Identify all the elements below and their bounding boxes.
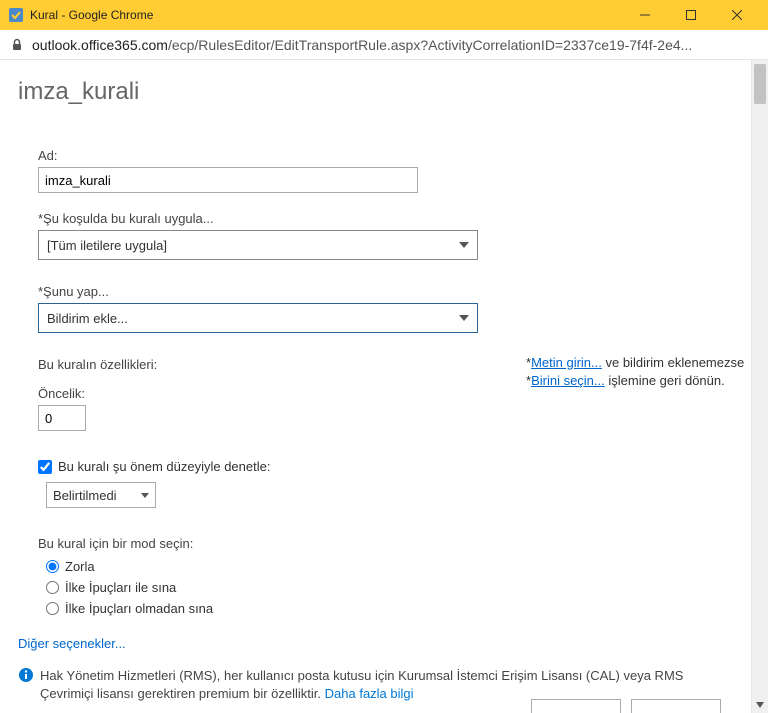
vertical-scrollbar[interactable] bbox=[751, 60, 768, 713]
minimize-button[interactable] bbox=[622, 0, 668, 30]
priority-input[interactable] bbox=[38, 405, 86, 431]
window-controls bbox=[622, 0, 760, 30]
audit-level-dropdown[interactable]: Belirtilmedi bbox=[46, 482, 156, 508]
more-options-link[interactable]: Diğer seçenekler... bbox=[18, 636, 733, 651]
window-title: Kural - Google Chrome bbox=[30, 8, 622, 22]
mode-option-label: İlke İpuçları olmadan sına bbox=[65, 601, 213, 616]
chevron-down-icon bbox=[141, 493, 149, 498]
audit-level-value: Belirtilmedi bbox=[53, 488, 117, 503]
scrollbar-thumb[interactable] bbox=[754, 64, 766, 104]
url-path: /ecp/RulesEditor/EditTransportRule.aspx?… bbox=[168, 37, 692, 53]
url-text: outlook.office365.com/ecp/RulesEditor/Ed… bbox=[32, 37, 758, 53]
info-icon bbox=[18, 667, 34, 683]
mode-radio-test-tips[interactable] bbox=[46, 581, 59, 594]
mode-option-label: İlke İpuçları ile sına bbox=[65, 580, 176, 595]
condition-dropdown[interactable]: [Tüm iletilere uygula] bbox=[38, 230, 478, 260]
favicon bbox=[8, 7, 24, 23]
dialog-button-2[interactable] bbox=[631, 699, 721, 713]
chrome-titlebar: Kural - Google Chrome bbox=[0, 0, 768, 30]
rule-name-input[interactable] bbox=[38, 167, 418, 193]
audit-checkbox[interactable] bbox=[38, 460, 52, 474]
close-button[interactable] bbox=[714, 0, 760, 30]
mode-radio-enforce[interactable] bbox=[46, 560, 59, 573]
mode-option-label: Zorla bbox=[65, 559, 95, 574]
select-one-link[interactable]: Birini seçin... bbox=[531, 373, 605, 388]
action-label: *Şunu yap... bbox=[38, 284, 733, 299]
condition-label: *Şu koşulda bu kuralı uygula... bbox=[38, 211, 733, 226]
chevron-down-icon bbox=[459, 315, 469, 321]
maximize-button[interactable] bbox=[668, 0, 714, 30]
dialog-buttons bbox=[531, 699, 721, 713]
lock-icon bbox=[10, 38, 24, 52]
scroll-down-arrow[interactable] bbox=[752, 697, 768, 713]
chevron-down-icon bbox=[459, 242, 469, 248]
address-bar[interactable]: outlook.office365.com/ecp/RulesEditor/Ed… bbox=[0, 30, 768, 60]
condition-value: [Tüm iletilere uygula] bbox=[47, 238, 167, 253]
action-dropdown[interactable]: Bildirim ekle... bbox=[38, 303, 478, 333]
page-title: imza_kurali bbox=[18, 78, 733, 106]
url-host: outlook.office365.com bbox=[32, 37, 168, 53]
enter-text-link[interactable]: Metin girin... bbox=[531, 355, 602, 370]
learn-more-link[interactable]: Daha fazla bilgi bbox=[325, 686, 414, 701]
rms-footer-note: Hak Yönetim Hizmetleri (RMS), her kullan… bbox=[18, 667, 726, 703]
page-content: imza_kurali Ad: *Şu koşulda bu kuralı uy… bbox=[0, 60, 751, 713]
dialog-button-1[interactable] bbox=[531, 699, 621, 713]
audit-checkbox-label: Bu kuralı şu önem düzeyiyle denetle: bbox=[58, 459, 270, 474]
mode-label: Bu kural için bir mod seçin: bbox=[38, 536, 733, 551]
action-side-note: *Metin girin... ve bildirim eklenemezse … bbox=[526, 354, 744, 390]
mode-radio-test-no-tips[interactable] bbox=[46, 602, 59, 615]
action-value: Bildirim ekle... bbox=[47, 311, 128, 326]
name-label: Ad: bbox=[38, 148, 733, 163]
